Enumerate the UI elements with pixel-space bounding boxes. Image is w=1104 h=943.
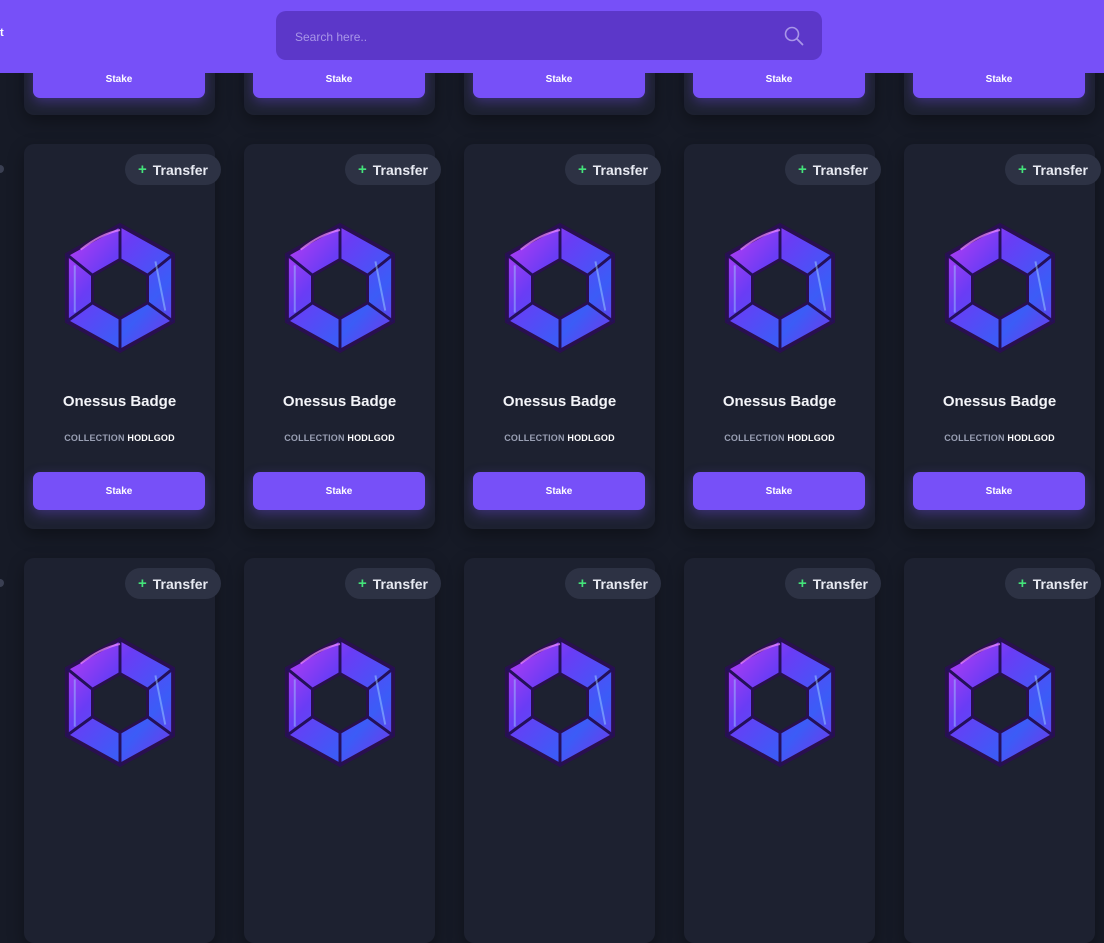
collection-name: HODLGOD [567,433,615,443]
nft-card: + Transfer Onessus Badge COLLECTION HODLG… [244,144,441,529]
transfer-label: Transfer [592,575,648,592]
nft-card: + Transfer Onessus Badge COLLECTION HODLG… [24,144,221,529]
collection-info: COLLECTION HODLGOD [464,433,655,443]
transfer-label: Transfer [372,161,428,178]
stake-button[interactable]: Stake [693,472,865,510]
offscreen-card-edge [0,579,4,587]
transfer-label: Transfer [1032,161,1088,178]
stake-button[interactable]: Stake [33,472,205,510]
collection-label: COLLECTION [504,433,565,443]
plus-icon: + [137,575,147,592]
transfer-label: Transfer [152,161,208,178]
collection-info: COLLECTION HODLGOD [904,433,1095,443]
search-input[interactable] [293,11,767,62]
plus-icon: + [137,161,147,178]
transfer-button[interactable]: + Transfer [125,568,221,599]
collection-info: COLLECTION HODLGOD [24,433,215,443]
transfer-label: Transfer [812,161,868,178]
nft-card: + Transfer Onessus Badge COLLECTION HODLG… [904,144,1101,529]
stake-button[interactable]: Stake [913,472,1085,510]
collection-label: COLLECTION [64,433,125,443]
collection-label: COLLECTION [944,433,1005,443]
transfer-label: Transfer [372,575,428,592]
transfer-button[interactable]: + Transfer [785,154,881,185]
collection-name: HODLGOD [787,433,835,443]
collection-info: COLLECTION HODLGOD [244,433,435,443]
badge-image [721,222,839,354]
offscreen-card-edge [0,165,4,173]
collection-label: COLLECTION [724,433,785,443]
stake-button[interactable]: Stake [473,472,645,510]
collection-name: HODLGOD [347,433,395,443]
transfer-button[interactable]: + Transfer [1005,568,1101,599]
collection-name: HODLGOD [127,433,175,443]
card-title: Onessus Badge [722,393,837,410]
nft-card: + Transfer [244,558,441,943]
stake-button[interactable]: Stake [253,472,425,510]
badge-image [721,636,839,768]
card-title: Onessus Badge [282,393,397,410]
plus-icon: + [1017,575,1027,592]
transfer-label: Transfer [812,575,868,592]
transfer-label: Transfer [152,575,208,592]
transfer-button[interactable]: + Transfer [125,154,221,185]
nft-card: + Transfer [464,558,661,943]
badge-image [941,222,1059,354]
badge-image [501,222,619,354]
transfer-label: Transfer [592,161,648,178]
collection-label: COLLECTION [284,433,345,443]
badge-image [281,222,399,354]
plus-icon: + [577,575,587,592]
nft-card: + Transfer [684,558,881,943]
badge-image [61,222,179,354]
plus-icon: + [797,161,807,178]
plus-icon: + [357,575,367,592]
search-box [276,11,822,62]
transfer-button[interactable]: + Transfer [1005,154,1101,185]
card-title: Onessus Badge [942,393,1057,410]
top-bar: t [0,0,1104,73]
nft-card: + Transfer Onessus Badge COLLECTION HODLG… [464,144,661,529]
nft-card: + Transfer [904,558,1101,943]
badge-image [281,636,399,768]
plus-icon: + [577,161,587,178]
nft-card: + Transfer Onessus Badge COLLECTION HODLG… [684,144,881,529]
nft-card: + Transfer [24,558,221,943]
transfer-button[interactable]: + Transfer [785,568,881,599]
badge-image [941,636,1059,768]
plus-icon: + [797,575,807,592]
card-title: Onessus Badge [62,393,177,410]
nft-grid: Stake Stake Stake Stake Stake + Transfer … [0,0,1104,943]
transfer-button[interactable]: + Transfer [565,568,661,599]
transfer-button[interactable]: + Transfer [345,154,441,185]
collection-name: HODLGOD [1007,433,1055,443]
transfer-label: Transfer [1032,575,1088,592]
nav-text-cropped[interactable]: t [0,27,4,39]
card-title: Onessus Badge [502,393,617,410]
plus-icon: + [1017,161,1027,178]
badge-image [61,636,179,768]
transfer-button[interactable]: + Transfer [345,568,441,599]
collection-info: COLLECTION HODLGOD [684,433,875,443]
badge-image [501,636,619,768]
transfer-button[interactable]: + Transfer [565,154,661,185]
search-icon[interactable] [783,25,805,47]
plus-icon: + [357,161,367,178]
